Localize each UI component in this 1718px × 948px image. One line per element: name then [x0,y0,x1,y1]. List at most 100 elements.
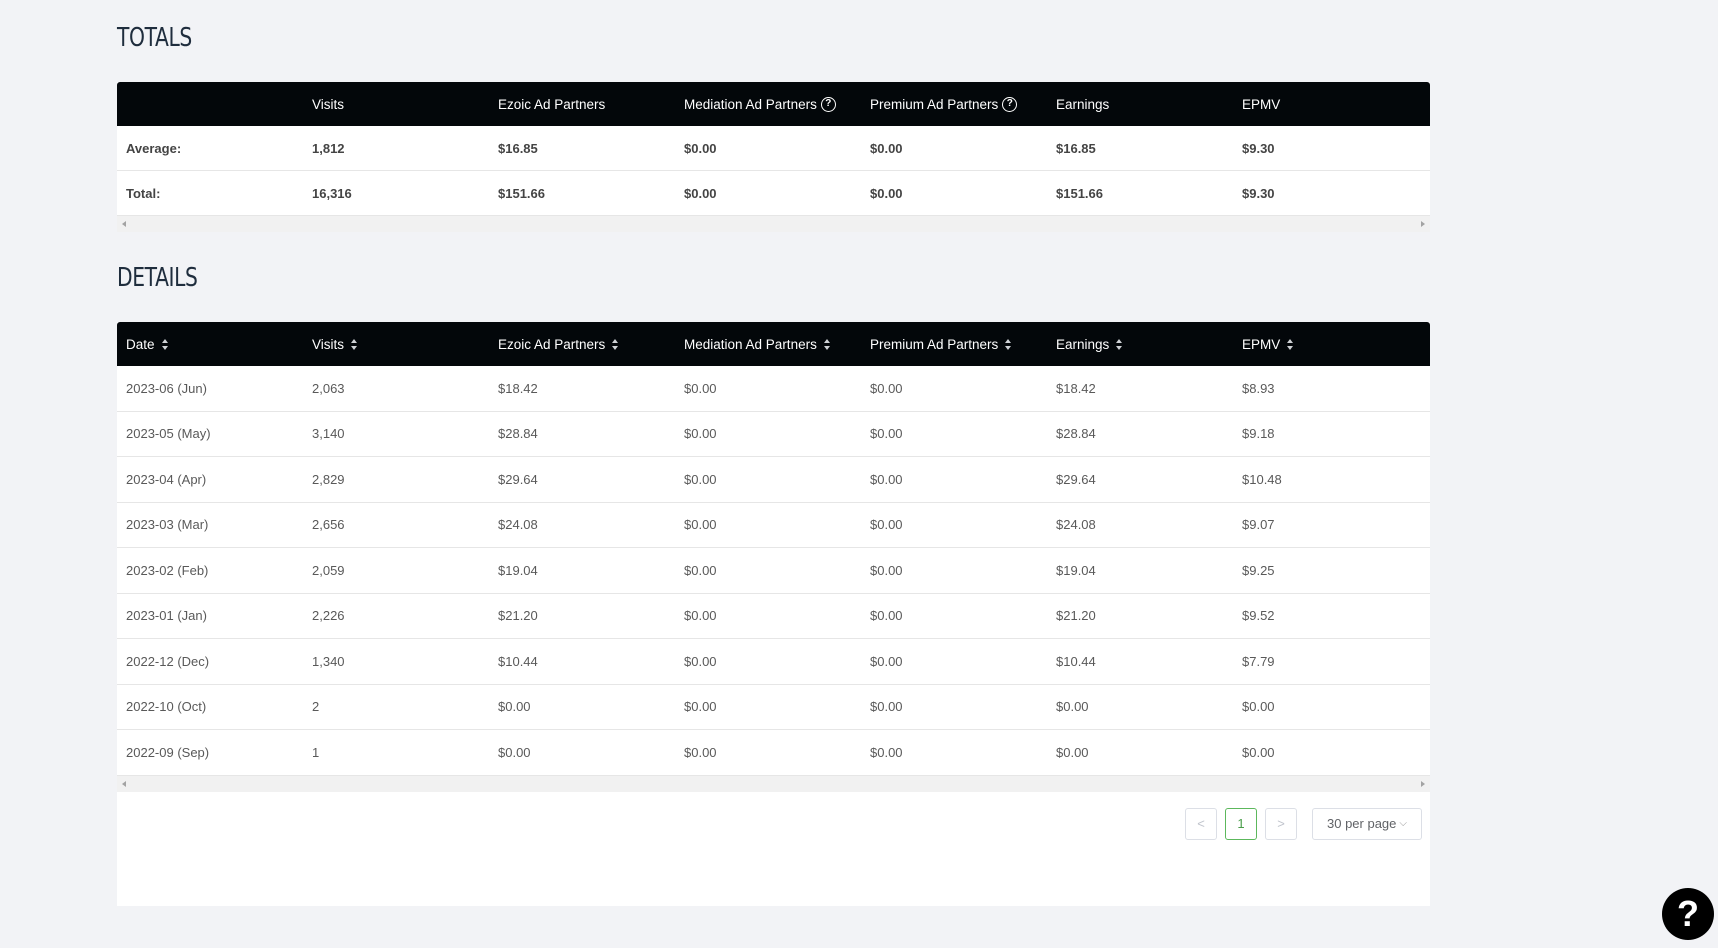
pagination: < 1 > 30 per page ⌵ [117,791,1430,906]
details-cell-ezoic: $0.00 [498,699,531,715]
totals-cell-ezoic: $151.66 [498,185,545,201]
details-cell-visits: 2,063 [312,380,345,396]
totals-col-premium: Premium Ad Partners? [861,96,1047,112]
totals-cell-ezoic: $16.85 [498,140,538,156]
col-label: Mediation Ad Partners [684,336,817,352]
details-cell-epmv: $9.52 [1242,608,1275,624]
details-col-epmv[interactable]: EPMV [1233,337,1430,352]
details-horizontal-scrollbar[interactable] [117,775,1430,792]
totals-row: Average: 1,812 $16.85 $0.00 $0.00 $16.85 $9.30 [117,126,1430,171]
totals-title: TOTALS [117,23,192,53]
details-col-earnings[interactable]: Earnings [1047,337,1233,352]
details-col-visits[interactable]: Visits [303,337,489,352]
details-cell-mediation: $0.00 [684,426,717,442]
details-cell-premium: $0.00 [870,744,903,760]
details-cell-earnings: $10.44 [1056,653,1096,669]
totals-table: Visits Ezoic Ad Partners Mediation Ad Pa… [117,82,1430,232]
details-col-date[interactable]: Date [117,337,303,352]
sort-caret-icon[interactable] [1287,338,1294,350]
col-label: Ezoic Ad Partners [498,96,606,112]
details-cell-date: 2023-02 (Feb) [126,562,209,578]
details-cell-visits: 2,829 [312,471,345,487]
details-cell-visits: 2 [312,699,320,715]
details-cell-earnings: $21.20 [1056,608,1096,624]
details-cell-premium: $0.00 [870,380,903,396]
col-label: Visits [312,96,345,112]
totals-col-mediation: Mediation Ad Partners? [675,96,861,112]
table-row: 2023-01 (Jan) 2,226 $21.20 $0.00 $0.00 $21.20… [117,594,1430,639]
details-col-mediation[interactable]: Mediation Ad Partners [675,337,861,352]
details-cell-date: 2022-12 (Dec) [126,653,210,669]
details-cell-date: 2023-05 (May) [126,426,211,442]
scroll-left-arrow-icon[interactable] [122,780,126,787]
details-cell-earnings: $24.08 [1056,517,1096,533]
details-cell-epmv: $9.25 [1242,562,1275,578]
details-cell-mediation: $0.00 [684,380,717,396]
help-fab-button[interactable]: ? [1662,888,1714,940]
table-row: 2023-05 (May) 3,140 $28.84 $0.00 $0.00 $28.84… [117,412,1430,457]
details-cell-ezoic: $24.08 [498,517,538,533]
details-cell-date: 2023-06 (Jun) [126,380,207,396]
totals-cell-visits: 16,316 [312,185,352,201]
sort-caret-icon[interactable] [1116,338,1123,350]
totals-col-epmv: EPMV [1233,97,1430,112]
details-cell-epmv: $0.00 [1242,744,1275,760]
chevron-down-icon: ⌵ [1399,818,1407,829]
totals-cell-mediation: $0.00 [684,185,717,201]
details-table: Date Visits Ezoic Ad Partners Mediation Ad … [117,322,1430,906]
details-cell-epmv: $0.00 [1242,699,1275,715]
details-cell-visits: 2,059 [312,562,345,578]
details-cell-date: 2023-03 (Mar) [126,517,209,533]
sort-caret-icon[interactable] [1005,338,1012,350]
col-label: Date [126,336,155,352]
col-label: EPMV [1242,336,1281,352]
sort-caret-icon[interactable] [351,338,358,350]
page-size-select[interactable]: 30 per page ⌵ [1312,807,1422,840]
help-circle-icon[interactable]: ? [820,96,836,112]
details-cell-date: 2022-09 (Sep) [126,744,210,760]
details-title: DETAILS [117,263,198,293]
details-cell-visits: 2,656 [312,517,345,533]
totals-col-ezoic: Ezoic Ad Partners [489,97,675,112]
details-cell-epmv: $8.93 [1242,380,1275,396]
prev-page-button[interactable]: < [1185,807,1217,840]
details-cell-epmv: $9.18 [1242,426,1275,442]
scroll-right-arrow-icon[interactable] [1421,780,1425,787]
details-cell-earnings: $28.84 [1056,426,1096,442]
help-circle-icon[interactable]: ? [1002,96,1018,112]
details-cell-mediation: $0.00 [684,699,717,715]
details-cell-epmv: $10.48 [1242,471,1282,487]
sort-caret-icon[interactable] [161,338,168,350]
totals-cell-visits: 1,812 [312,140,345,156]
totals-row: Total: 16,316 $151.66 $0.00 $0.00 $151.66 $9.3… [117,171,1430,216]
totals-cell-earnings: $16.85 [1056,140,1096,156]
details-cell-mediation: $0.00 [684,744,717,760]
details-cell-mediation: $0.00 [684,653,717,669]
page-1-button[interactable]: 1 [1225,807,1257,840]
details-cell-mediation: $0.00 [684,471,717,487]
sort-caret-icon[interactable] [823,338,830,350]
col-label: Premium Ad Partners [870,96,999,112]
totals-cell-mediation: $0.00 [684,140,717,156]
totals-horizontal-scrollbar[interactable] [117,216,1430,232]
details-cell-ezoic: $18.42 [498,380,538,396]
sort-caret-icon[interactable] [612,338,619,350]
scroll-right-arrow-icon[interactable] [1421,221,1425,227]
next-page-button[interactable]: > [1265,807,1297,840]
details-cell-date: 2023-01 (Jan) [126,608,207,624]
details-cell-earnings: $19.04 [1056,562,1096,578]
details-col-ezoic[interactable]: Ezoic Ad Partners [489,337,675,352]
details-col-premium[interactable]: Premium Ad Partners [861,337,1047,352]
details-cell-premium: $0.00 [870,653,903,669]
details-cell-mediation: $0.00 [684,608,717,624]
details-cell-visits: 2,226 [312,608,345,624]
details-header-row: Date Visits Ezoic Ad Partners Mediation Ad … [117,322,1430,366]
scroll-left-arrow-icon[interactable] [122,221,126,227]
col-label: Mediation Ad Partners [684,96,817,112]
details-cell-premium: $0.00 [870,608,903,624]
table-row: 2023-03 (Mar) 2,656 $24.08 $0.00 $0.00 $24.08… [117,503,1430,548]
page-size-value: 30 per page [1327,816,1397,831]
details-cell-epmv: $7.79 [1242,653,1275,669]
table-row: 2023-04 (Apr) 2,829 $29.64 $0.00 $0.00 $29.64… [117,457,1430,503]
col-label: Visits [312,336,345,352]
